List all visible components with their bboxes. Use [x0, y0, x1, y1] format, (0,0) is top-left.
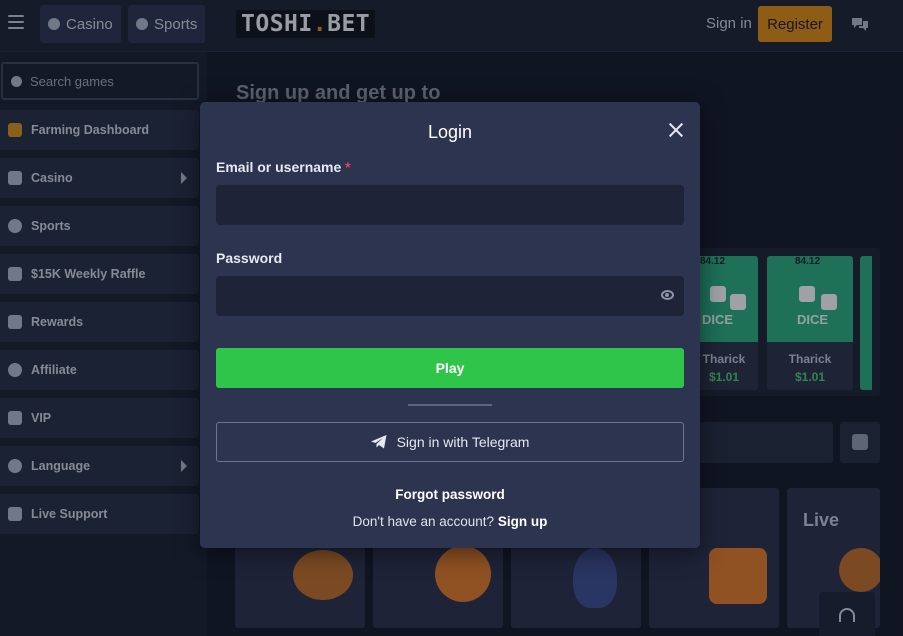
close-icon[interactable]: [668, 122, 684, 138]
eye-icon[interactable]: [661, 290, 674, 300]
signup-row: Don't have an account? Sign up: [200, 514, 700, 529]
login-modal: Login Email or username * Password Play …: [200, 102, 700, 548]
email-field[interactable]: [216, 185, 684, 225]
no-account-text: Don't have an account?: [352, 514, 495, 529]
modal-title: Login: [427, 122, 473, 142]
telegram-label: Sign in with Telegram: [396, 434, 530, 450]
password-field[interactable]: [216, 276, 684, 316]
email-label: Email or username *: [216, 159, 351, 175]
play-button[interactable]: Play: [216, 348, 684, 388]
forgot-password-link[interactable]: Forgot password: [200, 487, 700, 502]
telegram-icon: [370, 435, 387, 449]
divider: [408, 404, 492, 406]
email-label-text: Email or username: [216, 159, 342, 175]
required-mark: *: [345, 159, 351, 175]
password-label: Password: [216, 250, 283, 266]
telegram-signin-button[interactable]: Sign in with Telegram: [216, 422, 684, 462]
signup-link[interactable]: Sign up: [498, 514, 548, 529]
